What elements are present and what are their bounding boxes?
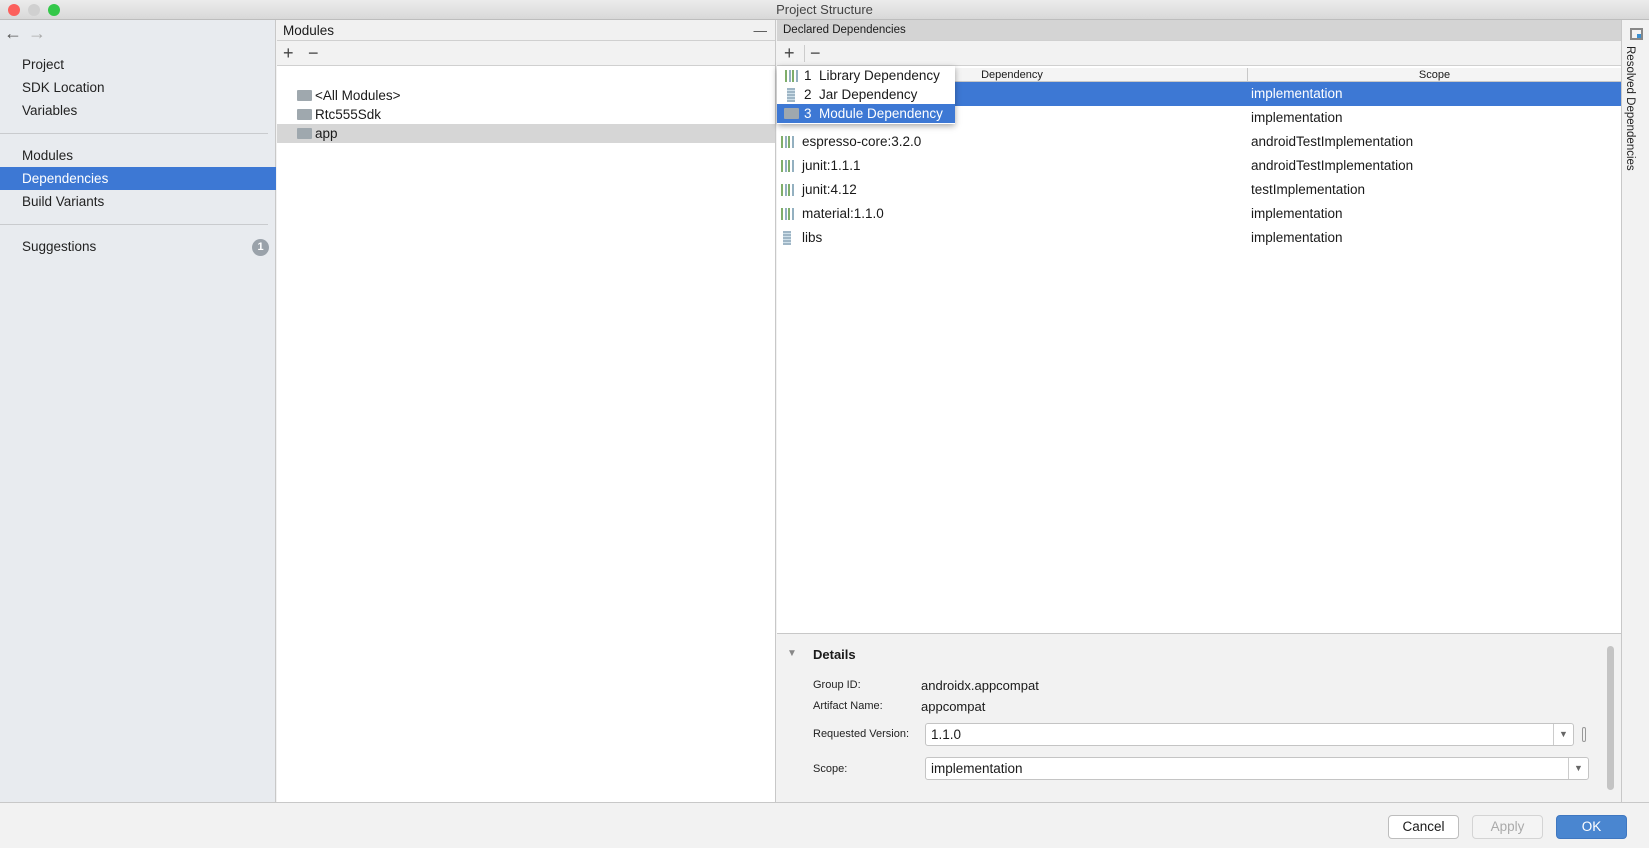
- dependency-scope: androidTestImplementation: [1251, 134, 1414, 149]
- minimize-window-button[interactable]: [28, 4, 40, 16]
- dependency-row[interactable]: junit:1.1.1 androidTestImplementation: [777, 154, 1621, 178]
- cancel-button[interactable]: Cancel: [1388, 815, 1459, 839]
- jar-icon: [787, 88, 795, 102]
- menu-label: Library Dependency: [819, 68, 940, 83]
- module-label: <All Modules>: [315, 88, 401, 103]
- declared-dependencies-title: Declared Dependencies: [783, 24, 906, 36]
- dependency-scope: implementation: [1251, 230, 1343, 245]
- dependency-row[interactable]: material:1.1.0 implementation: [777, 202, 1621, 226]
- zoom-window-button[interactable]: [48, 4, 60, 16]
- scope-label: Scope:: [813, 763, 848, 775]
- dependency-name: junit:4.12: [802, 182, 857, 197]
- dependency-row[interactable]: espresso-core:3.2.0 androidTestImplement…: [777, 130, 1621, 154]
- menu-number: 1: [804, 68, 812, 83]
- sidebar-item-modules[interactable]: Modules: [0, 144, 276, 167]
- right-tool-strip: Resolved Dependencies: [1621, 20, 1649, 802]
- module-item[interactable]: Rtc555Sdk: [277, 105, 775, 124]
- add-dependency-menu: 1 Library Dependency 2 Jar Dependency 3 …: [777, 66, 955, 124]
- module-item[interactable]: app: [277, 124, 775, 143]
- details-panel: ▼ Details Group ID: androidx.appcompat A…: [777, 633, 1621, 802]
- add-dependency-button[interactable]: +: [784, 42, 795, 64]
- menu-label: Jar Dependency: [819, 87, 918, 102]
- modules-panel: Modules — + − <All Modules> Rtc555Sdk ap…: [277, 20, 776, 802]
- collapse-icon[interactable]: —: [754, 20, 768, 41]
- sidebar-item-suggestions[interactable]: Suggestions: [0, 235, 276, 258]
- requested-version-label: Requested Version:: [813, 728, 910, 740]
- chevron-down-icon[interactable]: ▼: [1568, 758, 1588, 779]
- sidebar-item-variables[interactable]: Variables: [0, 99, 276, 122]
- scope-value: implementation: [931, 761, 1023, 776]
- dependency-name: material:1.1.0: [802, 206, 884, 221]
- apply-button[interactable]: Apply: [1472, 815, 1543, 839]
- menu-number: 3: [804, 106, 812, 121]
- suggestions-label: Suggestions: [22, 239, 97, 254]
- dependency-scope: testImplementation: [1251, 182, 1366, 197]
- dependency-scope: implementation: [1251, 110, 1343, 125]
- dependency-row[interactable]: junit:4.12 testImplementation: [777, 178, 1621, 202]
- menu-item-module-dependency[interactable]: 3 Module Dependency: [777, 104, 955, 123]
- scrollbar[interactable]: [1607, 646, 1614, 790]
- chevron-down-icon[interactable]: ▼: [1553, 724, 1573, 745]
- menu-label: Module Dependency: [819, 106, 943, 121]
- requested-version-combo[interactable]: 1.1.0 ▼: [925, 723, 1574, 746]
- sidebar-item-build-variants[interactable]: Build Variants: [0, 190, 276, 213]
- dependency-name: junit:1.1.1: [802, 158, 861, 173]
- sidebar: ← → Project SDK Location Variables Modul…: [0, 20, 276, 802]
- resolved-dependencies-icon: [1630, 28, 1643, 40]
- app-module-folder-icon: [297, 128, 312, 139]
- window-title: Project Structure: [776, 2, 873, 17]
- group-id-value: androidx.appcompat: [921, 678, 1039, 693]
- resolved-dependencies-tab[interactable]: Resolved Dependencies: [1624, 46, 1636, 171]
- dependency-scope: implementation: [1251, 206, 1343, 221]
- dependency-row[interactable]: libs implementation: [777, 226, 1621, 250]
- module-label: Rtc555Sdk: [315, 107, 382, 122]
- library-icon: [785, 70, 799, 82]
- close-window-button[interactable]: [8, 4, 20, 16]
- arrow-right-icon[interactable]: →: [28, 23, 46, 44]
- sidebar-item-project[interactable]: Project: [0, 53, 276, 76]
- sidebar-item-dependencies[interactable]: Dependencies: [0, 167, 276, 190]
- column-scope[interactable]: Scope: [1248, 68, 1621, 82]
- library-icon: [781, 184, 795, 196]
- dependency-name: espresso-core:3.2.0: [802, 134, 922, 149]
- group-id-label: Group ID:: [813, 679, 861, 691]
- menu-item-library-dependency[interactable]: 1 Library Dependency: [777, 66, 955, 85]
- divider: [0, 224, 268, 225]
- collapse-triangle-icon[interactable]: ▼: [787, 648, 797, 659]
- button-bar: Cancel Apply OK: [0, 802, 1649, 848]
- add-module-button[interactable]: +: [283, 42, 294, 64]
- menu-item-jar-dependency[interactable]: 2 Jar Dependency: [777, 85, 955, 104]
- scope-combo[interactable]: implementation ▼: [925, 757, 1589, 780]
- library-module-folder-icon: [297, 109, 312, 120]
- sidebar-item-sdk-location[interactable]: SDK Location: [0, 76, 276, 99]
- version-value: 1.1.0: [931, 727, 962, 742]
- module-label: app: [315, 126, 338, 141]
- dependency-scope: implementation: [1251, 86, 1343, 101]
- menu-number: 2: [804, 87, 812, 102]
- details-title: Details: [813, 647, 856, 662]
- suggestions-count-badge: 1: [252, 239, 269, 256]
- module-folder-icon: [784, 108, 799, 119]
- divider: [0, 133, 268, 134]
- jar-icon: [783, 231, 791, 245]
- all-modules-folder-icon: [297, 90, 312, 101]
- modules-title: Modules: [283, 23, 335, 38]
- title-bar: Project Structure: [0, 0, 1649, 20]
- arrow-left-icon[interactable]: ←: [4, 23, 22, 44]
- remove-dependency-button[interactable]: −: [810, 42, 821, 64]
- ok-button[interactable]: OK: [1556, 815, 1627, 839]
- library-icon: [781, 136, 795, 148]
- artifact-name-value: appcompat: [921, 699, 986, 714]
- remove-module-button[interactable]: −: [308, 42, 319, 64]
- dependency-name: libs: [802, 230, 823, 245]
- artifact-name-label: Artifact Name:: [813, 700, 883, 712]
- library-icon: [781, 208, 795, 220]
- divider: [804, 45, 805, 62]
- module-item[interactable]: <All Modules>: [277, 86, 775, 105]
- dependency-scope: androidTestImplementation: [1251, 158, 1414, 173]
- info-marker: [1582, 727, 1586, 742]
- library-icon: [781, 160, 795, 172]
